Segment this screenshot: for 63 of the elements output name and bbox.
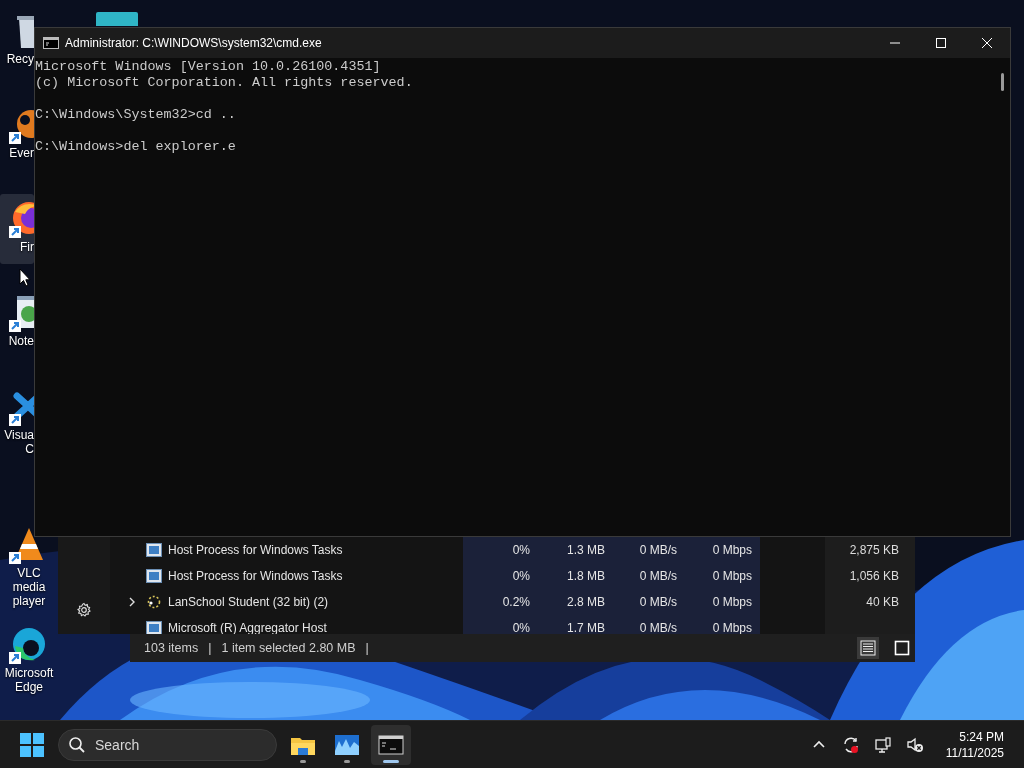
sync-icon	[841, 735, 860, 754]
table-cell: 0.2%	[463, 589, 538, 615]
table-cell: 1,056 KB	[825, 563, 915, 589]
desktop-icon[interactable]: Visua C	[0, 382, 34, 458]
desktop-icon[interactable]: Microsoft Edge	[0, 620, 58, 696]
process-name: LanSchool Student (32 bit) (2)	[168, 596, 329, 608]
table-cell: 0%	[463, 615, 538, 634]
table-cell: 0%	[463, 537, 538, 563]
process-icon	[146, 621, 162, 634]
chart-icon	[334, 732, 360, 757]
settings-icon[interactable]	[76, 602, 92, 618]
table-cell: 2.8 MB	[538, 589, 613, 615]
process-name: Host Process for Windows Tasks	[168, 570, 343, 582]
icon-label: Visua C	[3, 428, 34, 456]
console-line: (c) Microsoft Corporation. All rights reserved.	[35, 75, 414, 91]
console-line: Microsoft Windows [Version 10.0.26100.4351]	[35, 59, 382, 75]
table-cell: 0 MB/s	[613, 615, 685, 634]
start-icon[interactable]	[20, 732, 44, 757]
taskbar-app-button[interactable]	[371, 724, 411, 765]
icon-label: Note	[7, 334, 34, 348]
status-text: 1 item selected 2.80 MB	[221, 641, 356, 655]
process-icon	[146, 595, 162, 609]
process-icon	[146, 569, 162, 583]
search-icon	[68, 735, 86, 754]
table-cell: 0 Mbps	[685, 563, 760, 589]
table-cell: 1.8 MB	[538, 563, 613, 589]
table-cell: 2,875 KB	[825, 537, 915, 563]
icon-label: VLC media player	[11, 566, 47, 608]
close-icon[interactable]	[981, 37, 993, 49]
table-cell: 40 KB	[825, 589, 915, 615]
clock-time: 5:24 PM	[959, 728, 1004, 745]
table-cell: 0 Mbps	[685, 589, 760, 615]
console-icon	[43, 37, 59, 49]
cursor-icon	[19, 268, 31, 287]
window-title: Administrator: C:\WINDOWS\system32\cmd.exe	[65, 36, 323, 50]
process-name: Microsoft (R) Aggregator Host	[168, 622, 327, 634]
table-cell: 1.3 MB	[538, 537, 613, 563]
maximize-icon[interactable]	[935, 37, 947, 49]
table-cell: 0 Mbps	[685, 615, 760, 634]
console-line: C:\Windows\System32>cd ..	[35, 107, 237, 123]
console-line: C:\Windows>del explorer.e	[35, 139, 237, 155]
speaker-muted-icon	[905, 735, 924, 754]
table-cell: 0 MB/s	[613, 537, 685, 563]
table-cell: 0 MB/s	[613, 589, 685, 615]
search-field[interactable]: Search	[58, 728, 277, 761]
status-text: 103 items	[144, 641, 199, 655]
table-cell: 0 Mbps	[685, 537, 760, 563]
table-cell: 1.7 MB	[538, 615, 613, 634]
table-cell: 0%	[463, 563, 538, 589]
scrollbar-thumb[interactable]	[1001, 73, 1004, 91]
status-text: |	[208, 641, 212, 655]
clock-date: 11/11/2025	[945, 744, 1004, 761]
status-text: |	[365, 641, 369, 655]
terminal-icon	[378, 732, 404, 757]
desktop-icon[interactable]: Recy	[0, 6, 34, 76]
process-name: Host Process for Windows Tasks	[168, 544, 343, 556]
table-cell: 0 MB/s	[613, 563, 685, 589]
process-icon	[146, 543, 162, 557]
icon-label: Ever	[8, 146, 34, 160]
icon-label: Microsoft Edge	[3, 666, 55, 694]
icon-label: Recy	[5, 52, 34, 66]
icon-label: Fir	[19, 240, 34, 254]
network-icon	[873, 735, 892, 754]
